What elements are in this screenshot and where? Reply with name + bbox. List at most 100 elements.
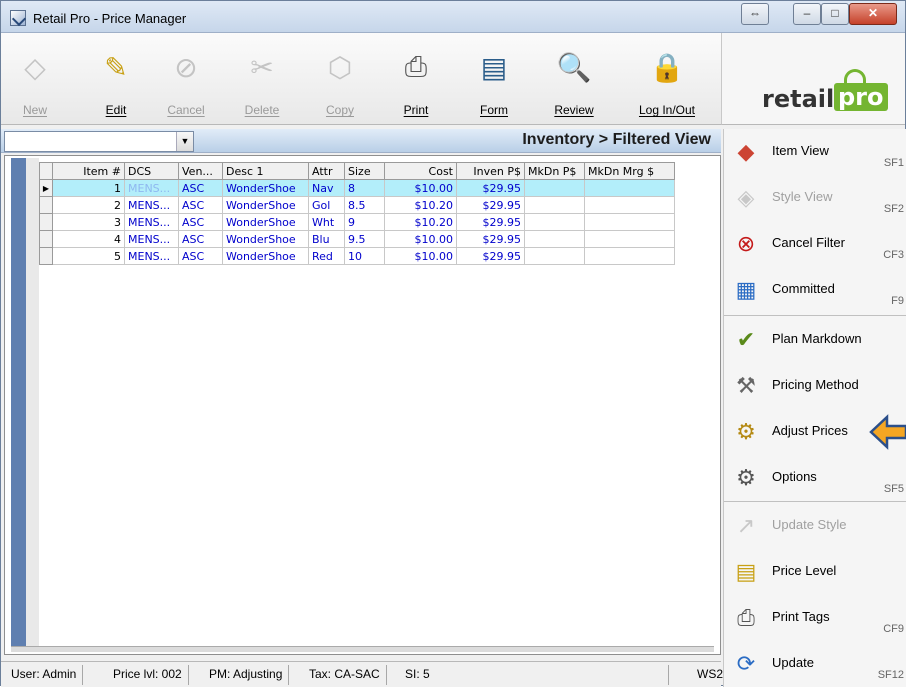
cell-mkdn-margin[interactable]: [584, 247, 675, 265]
committed-button[interactable]: ▦ Committed F9: [724, 267, 906, 313]
cell-item-no[interactable]: 5: [52, 247, 125, 265]
cell-attr[interactable]: Blu: [308, 230, 345, 248]
cell-vendor[interactable]: ASC: [178, 213, 223, 231]
col-dcs[interactable]: DCS: [124, 162, 179, 180]
cell-attr[interactable]: Wht: [308, 213, 345, 231]
col-cost[interactable]: Cost: [384, 162, 457, 180]
cell-cost[interactable]: $10.00: [384, 247, 457, 265]
cell-desc1[interactable]: WonderShoe: [222, 196, 309, 214]
cell-vendor[interactable]: ASC: [178, 179, 223, 197]
table-row[interactable]: ▶ 1 MENS... ASC WonderShoe Nav 8 $10.00 …: [39, 179, 675, 197]
col-inven-price[interactable]: Inven P$: [456, 162, 525, 180]
close-button[interactable]: ✕: [849, 3, 897, 25]
cell-inven-price[interactable]: $29.95: [456, 230, 525, 248]
form-button[interactable]: ▤ Form: [469, 33, 519, 125]
chevron-down-icon[interactable]: ▼: [176, 132, 193, 151]
log-in-out-button[interactable]: 🔒 Log In/Out: [631, 33, 703, 125]
options-button[interactable]: ⚙ Options SF5: [724, 455, 906, 501]
update-icon: ⟳: [736, 651, 756, 676]
cell-item-no[interactable]: 3: [52, 213, 125, 231]
form-icon: ▤: [480, 51, 508, 83]
app-icon: [10, 10, 26, 26]
cell-item-no[interactable]: 1: [52, 179, 125, 197]
review-button[interactable]: 🔍 Review: [546, 33, 602, 125]
col-mkdn-margin[interactable]: MkDn Mrg $: [584, 162, 675, 180]
cell-cost[interactable]: $10.00: [384, 179, 457, 197]
cell-mkdn-price[interactable]: [524, 213, 585, 231]
cell-mkdn-price[interactable]: [524, 230, 585, 248]
cell-mkdn-margin[interactable]: [584, 179, 675, 197]
col-size[interactable]: Size: [344, 162, 385, 180]
cell-inven-price[interactable]: $29.95: [456, 179, 525, 197]
col-desc1[interactable]: Desc 1: [222, 162, 309, 180]
cell-vendor[interactable]: ASC: [178, 196, 223, 214]
maximize-button[interactable]: □: [821, 3, 849, 25]
restore-layout-button[interactable]: ⇔: [741, 3, 769, 25]
cell-dcs[interactable]: MENS...: [124, 213, 179, 231]
new-icon: ◇: [24, 51, 46, 83]
update-button[interactable]: ⟳ Update SF12: [724, 641, 906, 687]
cell-dcs[interactable]: MENS...: [124, 247, 179, 265]
cell-attr[interactable]: Red: [308, 247, 345, 265]
cell-attr[interactable]: Nav: [308, 179, 345, 197]
edit-button[interactable]: ✎ Edit: [91, 33, 141, 125]
cell-vendor[interactable]: ASC: [178, 230, 223, 248]
cell-mkdn-price[interactable]: [524, 179, 585, 197]
new-button[interactable]: ◇ New: [13, 33, 57, 125]
print-tags-button[interactable]: ⎙ Print Tags CF9: [724, 595, 906, 641]
horizontal-scrollbar[interactable]: [11, 646, 714, 652]
col-attr[interactable]: Attr: [308, 162, 345, 180]
cell-cost[interactable]: $10.20: [384, 213, 457, 231]
row-header-cell: [39, 230, 53, 248]
col-vendor[interactable]: Ven...: [178, 162, 223, 180]
price-level-button[interactable]: ▤ Price Level: [724, 549, 906, 595]
table-row[interactable]: 2 MENS... ASC WonderShoe Gol 8.5 $10.20 …: [39, 196, 675, 214]
cell-mkdn-price[interactable]: [524, 247, 585, 265]
delete-button[interactable]: ✂ Delete: [237, 33, 287, 125]
table-row[interactable]: 5 MENS... ASC WonderShoe Red 10 $10.00 $…: [39, 247, 675, 265]
col-item-no[interactable]: Item #: [52, 162, 125, 180]
grid-left-band: [11, 158, 39, 646]
cell-dcs[interactable]: MENS...: [124, 196, 179, 214]
plan-markdown-button[interactable]: ✔ Plan Markdown: [724, 317, 906, 363]
cell-desc1[interactable]: WonderShoe: [222, 230, 309, 248]
title-bar[interactable]: Retail Pro - Price Manager ⇔ – □ ✕: [1, 1, 905, 33]
view-filter-combo[interactable]: ▼: [4, 131, 194, 152]
cell-dcs[interactable]: MENS...: [124, 230, 179, 248]
update-style-button[interactable]: ↗ Update Style: [724, 503, 906, 549]
item-view-button[interactable]: ◆ Item View SF1: [724, 129, 906, 175]
cancel-filter-button[interactable]: ⊗ Cancel Filter CF3: [724, 221, 906, 267]
style-view-button[interactable]: ◈ Style View SF2: [724, 175, 906, 221]
cell-mkdn-margin[interactable]: [584, 196, 675, 214]
minimize-button[interactable]: –: [793, 3, 821, 25]
cell-item-no[interactable]: 4: [52, 230, 125, 248]
cell-size[interactable]: 10: [344, 247, 385, 265]
cell-size[interactable]: 8.5: [344, 196, 385, 214]
copy-button[interactable]: ⬡ Copy: [315, 33, 365, 125]
cell-size[interactable]: 9: [344, 213, 385, 231]
cell-dcs[interactable]: MENS...: [124, 179, 179, 197]
cancel-button[interactable]: ⊘ Cancel: [161, 33, 211, 125]
cell-cost[interactable]: $10.20: [384, 196, 457, 214]
pricing-method-button[interactable]: ⚒ Pricing Method: [724, 363, 906, 409]
current-row-pointer-icon: ▶: [39, 179, 53, 197]
cell-mkdn-price[interactable]: [524, 196, 585, 214]
cell-mkdn-margin[interactable]: [584, 230, 675, 248]
cell-mkdn-margin[interactable]: [584, 213, 675, 231]
cell-inven-price[interactable]: $29.95: [456, 247, 525, 265]
cell-desc1[interactable]: WonderShoe: [222, 179, 309, 197]
cell-size[interactable]: 8: [344, 179, 385, 197]
cell-attr[interactable]: Gol: [308, 196, 345, 214]
cell-desc1[interactable]: WonderShoe: [222, 247, 309, 265]
cell-vendor[interactable]: ASC: [178, 247, 223, 265]
cell-item-no[interactable]: 2: [52, 196, 125, 214]
print-button[interactable]: ⎙ Print: [391, 33, 441, 125]
table-row[interactable]: 3 MENS... ASC WonderShoe Wht 9 $10.20 $2…: [39, 213, 675, 231]
cell-inven-price[interactable]: $29.95: [456, 213, 525, 231]
col-mkdn-price[interactable]: MkDn P$: [524, 162, 585, 180]
cell-inven-price[interactable]: $29.95: [456, 196, 525, 214]
table-row[interactable]: 4 MENS... ASC WonderShoe Blu 9.5 $10.00 …: [39, 230, 675, 248]
cell-cost[interactable]: $10.00: [384, 230, 457, 248]
cell-desc1[interactable]: WonderShoe: [222, 213, 309, 231]
cell-size[interactable]: 9.5: [344, 230, 385, 248]
